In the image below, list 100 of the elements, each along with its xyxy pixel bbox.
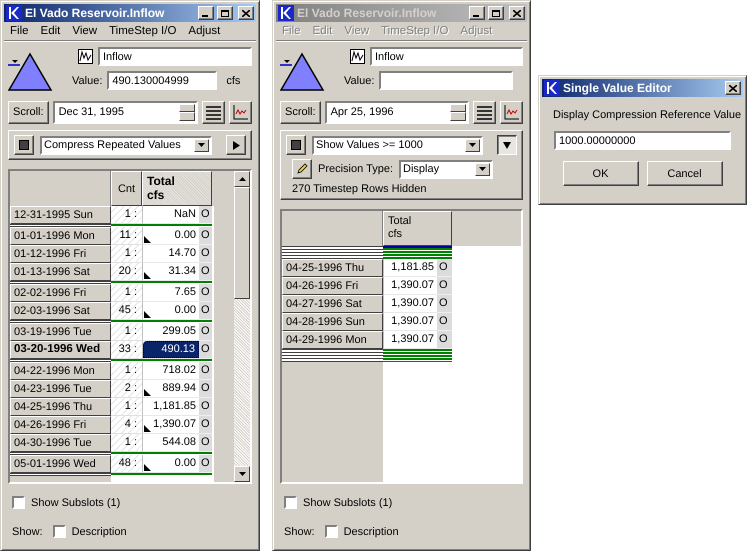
count-cell: 48 : [111,455,142,473]
value-cell[interactable]: 0.00 [143,227,199,244]
app-icon [544,80,560,96]
value-cell[interactable]: 1,390.07 [384,331,437,348]
filter-toggle-button[interactable] [286,135,306,155]
row-header[interactable]: 03-20-1996 Wed [10,341,111,359]
value-input[interactable]: 1000.00000000 [554,131,731,150]
row-header[interactable]: 12-31-1995 Sun [10,206,111,224]
down-arrow-icon [238,472,246,476]
value-cell[interactable]: 299.05 [143,323,199,340]
menu-item[interactable]: TimeStep I/O [103,25,182,37]
checkbox[interactable] [52,525,66,538]
value-cell[interactable]: 718.02 [143,362,199,379]
checkbox[interactable] [284,496,297,509]
value-cell[interactable]: 1,390.07 [143,416,199,433]
row-header[interactable]: 01-13-1996 Sat [10,263,111,281]
maximize-button[interactable] [488,6,504,20]
checkbox[interactable] [12,496,25,509]
count-cell: 1 : [111,245,142,263]
dialog-button[interactable]: Cancel [646,161,722,186]
table-view-button[interactable] [202,100,225,124]
row-header[interactable]: 04-25-1996 Thu [282,259,383,277]
value-cell[interactable]: 1,181.85 [143,398,199,415]
scroll-down-button[interactable] [234,466,250,482]
flag-cell: O [199,362,212,380]
value-cell[interactable]: 544.08 [143,434,199,451]
date-field[interactable]: Apr 25, 1996 [324,100,469,124]
maximize-button[interactable] [217,6,233,20]
spin-buttons[interactable] [179,104,195,120]
count-cell: 2 : [111,380,142,398]
menu-item[interactable]: View [66,25,104,37]
checkbox-label: Description [72,526,127,538]
show-label: Show: [12,526,43,538]
scroll-thumb[interactable] [234,187,250,299]
precision-dropdown[interactable]: Display [399,160,494,178]
value-field[interactable]: 490.130004999 [107,71,218,90]
value-cell[interactable]: 31.34 [143,263,199,280]
flag-cell: O [199,416,212,434]
minimize-button[interactable] [469,6,485,20]
row-header[interactable]: 04-26-1996 Fri [282,277,383,295]
value-cell[interactable]: 1,390.07 [384,313,437,330]
plot-button[interactable] [229,100,252,124]
window-title: El Vado Reservoir.Inflow [25,6,166,20]
row-header[interactable]: 04-29-1996 Mon [282,331,383,349]
row-header[interactable]: 04-27-1996 Sat [282,295,383,313]
value-cell[interactable]: 1,390.07 [384,295,437,312]
filter-toggle-button[interactable] [14,135,34,155]
row-header[interactable]: 04-22-1996 Mon [10,362,111,380]
expand-button[interactable] [497,135,517,155]
name-field[interactable]: Inflow [370,47,523,66]
value-cell[interactable]: 1,181.85 [384,259,437,276]
plot-button[interactable] [500,100,523,124]
status-text: 270 Timestep Rows Hidden [291,183,428,195]
scroll-button[interactable]: Scroll: [8,100,49,124]
checkbox[interactable] [324,525,338,538]
row-header[interactable]: 05-01-1996 Wed [10,455,111,473]
menu-item[interactable]: Edit [34,25,66,37]
minimize-button[interactable] [198,6,214,20]
edit-button[interactable] [292,159,312,179]
menu-item[interactable]: Adjust [182,25,226,37]
scrollbar[interactable] [234,171,250,482]
row-header[interactable]: 04-30-1996 Tue [10,434,111,452]
row-header[interactable]: 02-03-1996 Sat [10,302,111,320]
dialog-button[interactable]: OK [562,161,638,186]
value-field[interactable] [379,71,514,90]
spin-buttons[interactable] [450,104,466,120]
value-cell[interactable]: 14.70 [143,245,199,262]
value-cell[interactable]: 1,390.07 [384,277,437,294]
value-cell[interactable]: NaN [143,206,199,223]
row-header[interactable]: 04-26-1996 Fri [10,416,111,434]
value-cell[interactable]: 490.13 [143,341,199,358]
row-header[interactable]: 01-01-1996 Mon [10,227,111,245]
value-cell[interactable]: 0.00 [143,455,199,472]
filter-dropdown[interactable]: Show Values >= 1000 [312,136,483,154]
table-view-button[interactable] [473,100,496,124]
name-field[interactable]: Inflow [98,47,252,66]
row-header[interactable]: 04-25-1996 Thu [10,398,111,416]
value-cell[interactable]: 7.65 [143,284,199,301]
scroll-up-button[interactable] [234,171,250,187]
filter-dropdown[interactable]: Compress Repeated Values [40,136,212,154]
scroll-button[interactable]: Scroll: [280,100,321,124]
count-cell: 45 : [111,302,142,320]
flag-cell: O [437,295,452,313]
close-button[interactable] [725,81,741,95]
date-field[interactable]: Dec 31, 1995 [52,100,198,124]
row-header[interactable]: 04-23-1996 Tue [10,380,111,398]
row-header[interactable]: 04-28-1996 Sun [282,313,383,331]
row-header[interactable]: 03-19-1996 Tue [10,323,111,341]
row-header[interactable]: 01-12-1996 Fri [10,245,111,263]
column-header[interactable]: Cnt [111,171,142,206]
flag-cell: O [437,313,452,331]
column-header[interactable]: Total cfs [383,211,452,246]
close-button[interactable] [509,6,525,20]
close-button[interactable] [238,6,254,20]
value-cell[interactable]: 0.00 [143,302,199,319]
value-cell[interactable]: 889.94 [143,380,199,397]
row-header[interactable]: 02-02-1996 Fri [10,284,111,302]
count-cell: 4 : [111,416,142,434]
menu-item[interactable]: File [4,25,35,37]
column-header[interactable]: Total cfs [142,171,212,206]
